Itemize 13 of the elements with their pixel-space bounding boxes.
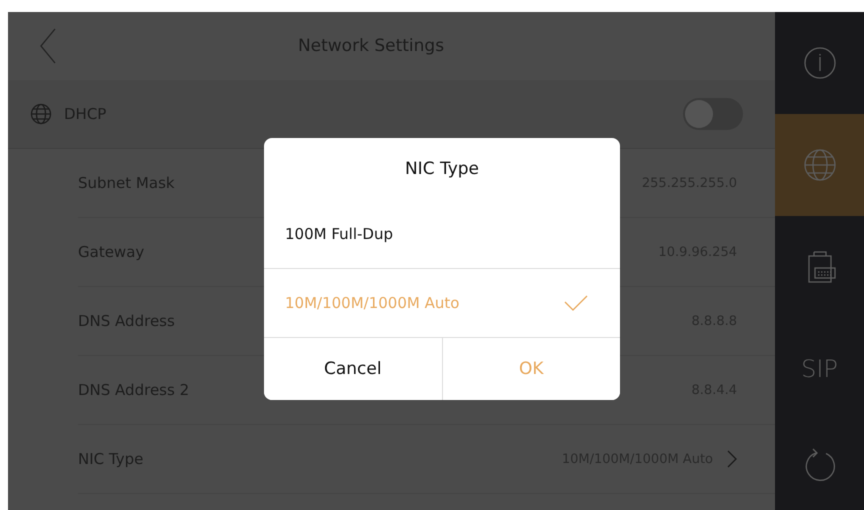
- dialog-option[interactable]: 100M Full-Dup: [264, 200, 620, 269]
- chevron-icon[interactable]: [727, 450, 737, 468]
- back-icon[interactable]: [40, 28, 56, 64]
- globe-icon: [804, 149, 836, 181]
- ok-button[interactable]: OK: [442, 338, 620, 400]
- sip-label: SIP: [801, 355, 838, 383]
- info-icon: [804, 47, 836, 79]
- dialog-title: NIC Type: [404, 158, 480, 181]
- sidebar-tab[interactable]: [775, 114, 864, 216]
- globe-icon: [30, 103, 52, 125]
- dhcp-toggle[interactable]: [683, 98, 743, 130]
- checkmark-icon: [564, 295, 588, 311]
- refresh-icon: [804, 448, 836, 482]
